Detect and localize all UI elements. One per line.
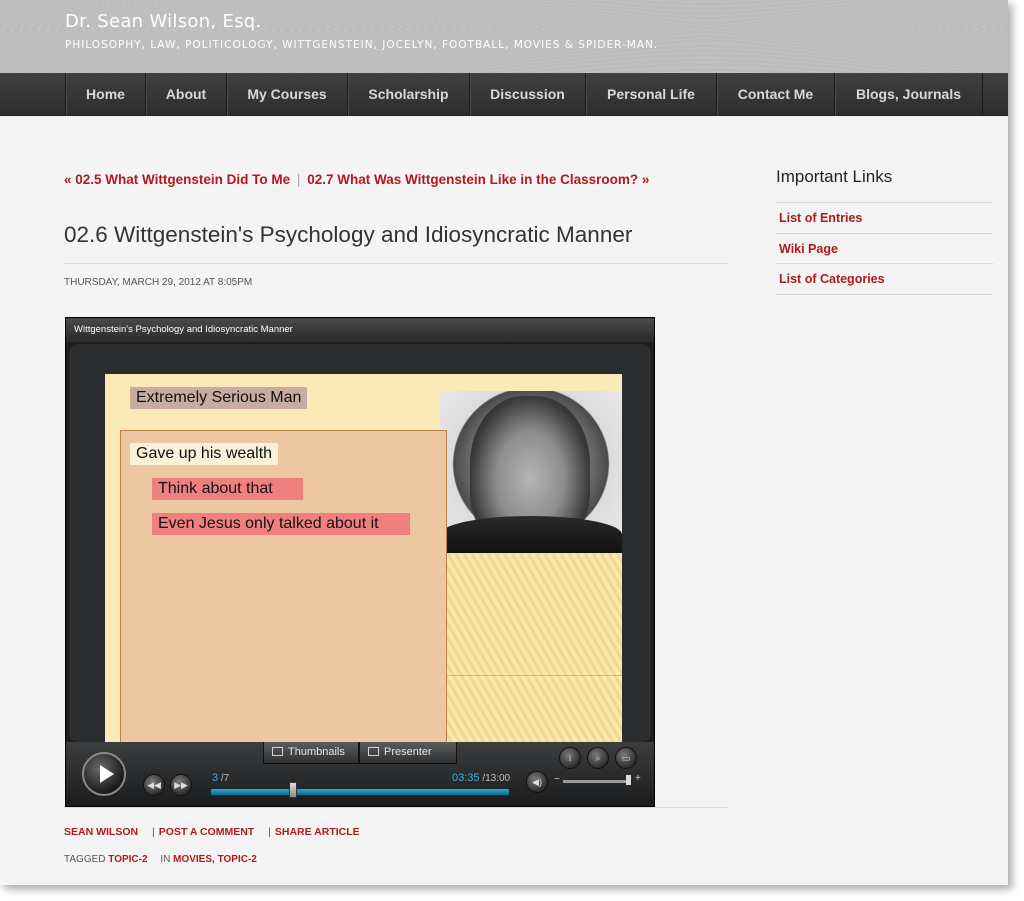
slide-bullet: Gave up his wealth <box>130 443 279 465</box>
category-link[interactable]: MOVIES <box>173 854 212 865</box>
nav-item-my-courses[interactable]: My Courses <box>226 73 347 116</box>
slide-decoration-line <box>445 675 622 676</box>
seek-bar[interactable] <box>210 788 510 796</box>
share-article-link[interactable]: SHARE ARTICLE <box>275 826 360 838</box>
volume-plus: + <box>635 773 641 784</box>
sidebar-divider <box>776 233 993 234</box>
sidebar-divider <box>776 202 993 203</box>
presenter-tab[interactable]: Presenter <box>359 742 457 764</box>
nav-divider <box>982 73 983 116</box>
sidebar-divider <box>776 294 993 295</box>
player-stage: Extremely Serious Man Gave up his wealth… <box>69 344 651 762</box>
search-button[interactable]: ⌕ <box>587 747 609 769</box>
slide-bullet-box: Gave up his wealth Think about that Even… <box>120 430 447 757</box>
slide-total: /7 <box>220 773 230 784</box>
volume-button[interactable]: ◀) <box>526 771 548 793</box>
slide-current: 3 <box>212 772 219 784</box>
prev-post-link[interactable]: « 02.5 What Wittgenstein Did To Me <box>64 172 290 187</box>
play-button[interactable] <box>82 752 126 796</box>
portrait-photo <box>440 391 622 553</box>
meta-separator: | <box>152 826 155 838</box>
fullscreen-button[interactable]: ▭ <box>615 747 637 769</box>
rewind-icon: ◀◀ <box>147 780 161 790</box>
sidebar-link-wiki-page[interactable]: Wiki Page <box>779 242 838 256</box>
site-title[interactable]: Dr. Sean Wilson, Esq. <box>65 11 262 32</box>
nav-item-scholarship[interactable]: Scholarship <box>347 73 469 116</box>
main-nav: Home About My Courses Scholarship Discus… <box>0 73 1008 116</box>
title-divider <box>64 263 727 264</box>
nav-item-about[interactable]: About <box>145 73 226 116</box>
slide-sub-bullet: Think about that <box>152 478 303 500</box>
volume-handle[interactable] <box>626 775 631 785</box>
portrait-coat <box>440 516 622 553</box>
next-post-link[interactable]: 02.7 What Was Wittgenstein Like in the C… <box>307 172 649 187</box>
sidebar-divider <box>776 263 993 264</box>
slide-sub-bullet: Even Jesus only talked about it <box>152 513 410 535</box>
category-link[interactable]: TOPIC-2 <box>218 854 257 865</box>
post-date: THURSDAY, MARCH 29, 2012 AT 8:05PM <box>64 277 253 288</box>
time-current: 03:35 <box>452 772 480 784</box>
video-player[interactable]: Wittgenstein's Psychology and Idiosyncra… <box>65 317 655 807</box>
nav-item-home[interactable]: Home <box>65 73 145 116</box>
post-title: 02.6 Wittgenstein's Psychology and Idios… <box>64 222 633 247</box>
slide-heading: Extremely Serious Man <box>130 387 308 409</box>
volume-slider[interactable] <box>563 780 631 783</box>
site-tagline: PHILOSOPHY, LAW, POLITICOLOGY, WITTGENST… <box>65 39 659 51</box>
post-footer-divider <box>64 807 727 808</box>
thumbnails-tab-label: Thumbnails <box>288 746 345 758</box>
time-display: 03:35 /13:00 <box>452 772 510 784</box>
thumbnails-icon <box>272 747 283 756</box>
sidebar-title: Important Links <box>776 167 893 186</box>
slide-counter: 3 /7 <box>212 772 229 784</box>
author-link[interactable]: SEAN WILSON <box>64 826 138 838</box>
player-title: Wittgenstein's Psychology and Idiosyncra… <box>74 324 293 335</box>
nav-item-discussion[interactable]: Discussion <box>469 73 585 116</box>
slide-decoration <box>445 552 622 762</box>
presenter-tab-label: Presenter <box>384 746 432 758</box>
fullscreen-icon: ▭ <box>621 753 631 763</box>
fast-forward-icon: ▶▶ <box>174 780 188 790</box>
nav-item-contact-me[interactable]: Contact Me <box>716 73 834 116</box>
post-meta: SEAN WILSON | POST A COMMENT | SHARE ARTIC… <box>64 826 360 838</box>
presenter-icon <box>368 747 379 756</box>
sidebar-link-list-of-categories[interactable]: List of Categories <box>779 272 885 286</box>
nav-item-blogs-journals[interactable]: Blogs, Journals <box>834 73 982 116</box>
post-navigation: « 02.5 What Wittgenstein Did To Me | 02.… <box>64 172 649 187</box>
post-tags: TAGGED TOPIC-2 IN MOVIES, TOPIC-2 <box>64 854 257 865</box>
info-button[interactable]: i <box>559 747 581 769</box>
volume-icon: ◀) <box>532 777 542 787</box>
time-total: /13:00 <box>482 773 511 784</box>
slide: Extremely Serious Man Gave up his wealth… <box>105 374 622 762</box>
seek-handle[interactable] <box>288 782 297 798</box>
category-comma: , <box>212 854 215 865</box>
play-icon <box>100 765 114 783</box>
in-label: IN <box>160 854 171 865</box>
nav-item-personal-life[interactable]: Personal Life <box>585 73 716 116</box>
info-icon: i <box>569 753 571 763</box>
fast-forward-button[interactable]: ▶▶ <box>170 774 192 796</box>
search-icon: ⌕ <box>595 753 601 763</box>
volume-minus: − <box>554 774 560 785</box>
tag-link[interactable]: TOPIC-2 <box>108 854 147 865</box>
player-controls: Thumbnails Presenter ◀◀ ▶▶ 3 /7 03:35 /1… <box>66 742 654 806</box>
sidebar-link-list-of-entries[interactable]: List of Entries <box>779 211 862 225</box>
rewind-button[interactable]: ◀◀ <box>143 774 165 796</box>
tagged-label: TAGGED <box>64 854 106 865</box>
player-titlebar: Wittgenstein's Psychology and Idiosyncra… <box>66 318 654 342</box>
thumbnails-tab[interactable]: Thumbnails <box>263 742 359 764</box>
site-header: Dr. Sean Wilson, Esq. PHILOSOPHY, LAW, P… <box>0 0 1008 73</box>
meta-separator: | <box>268 826 271 838</box>
post-nav-separator: | <box>296 172 301 187</box>
post-comment-link[interactable]: POST A COMMENT <box>159 826 254 838</box>
